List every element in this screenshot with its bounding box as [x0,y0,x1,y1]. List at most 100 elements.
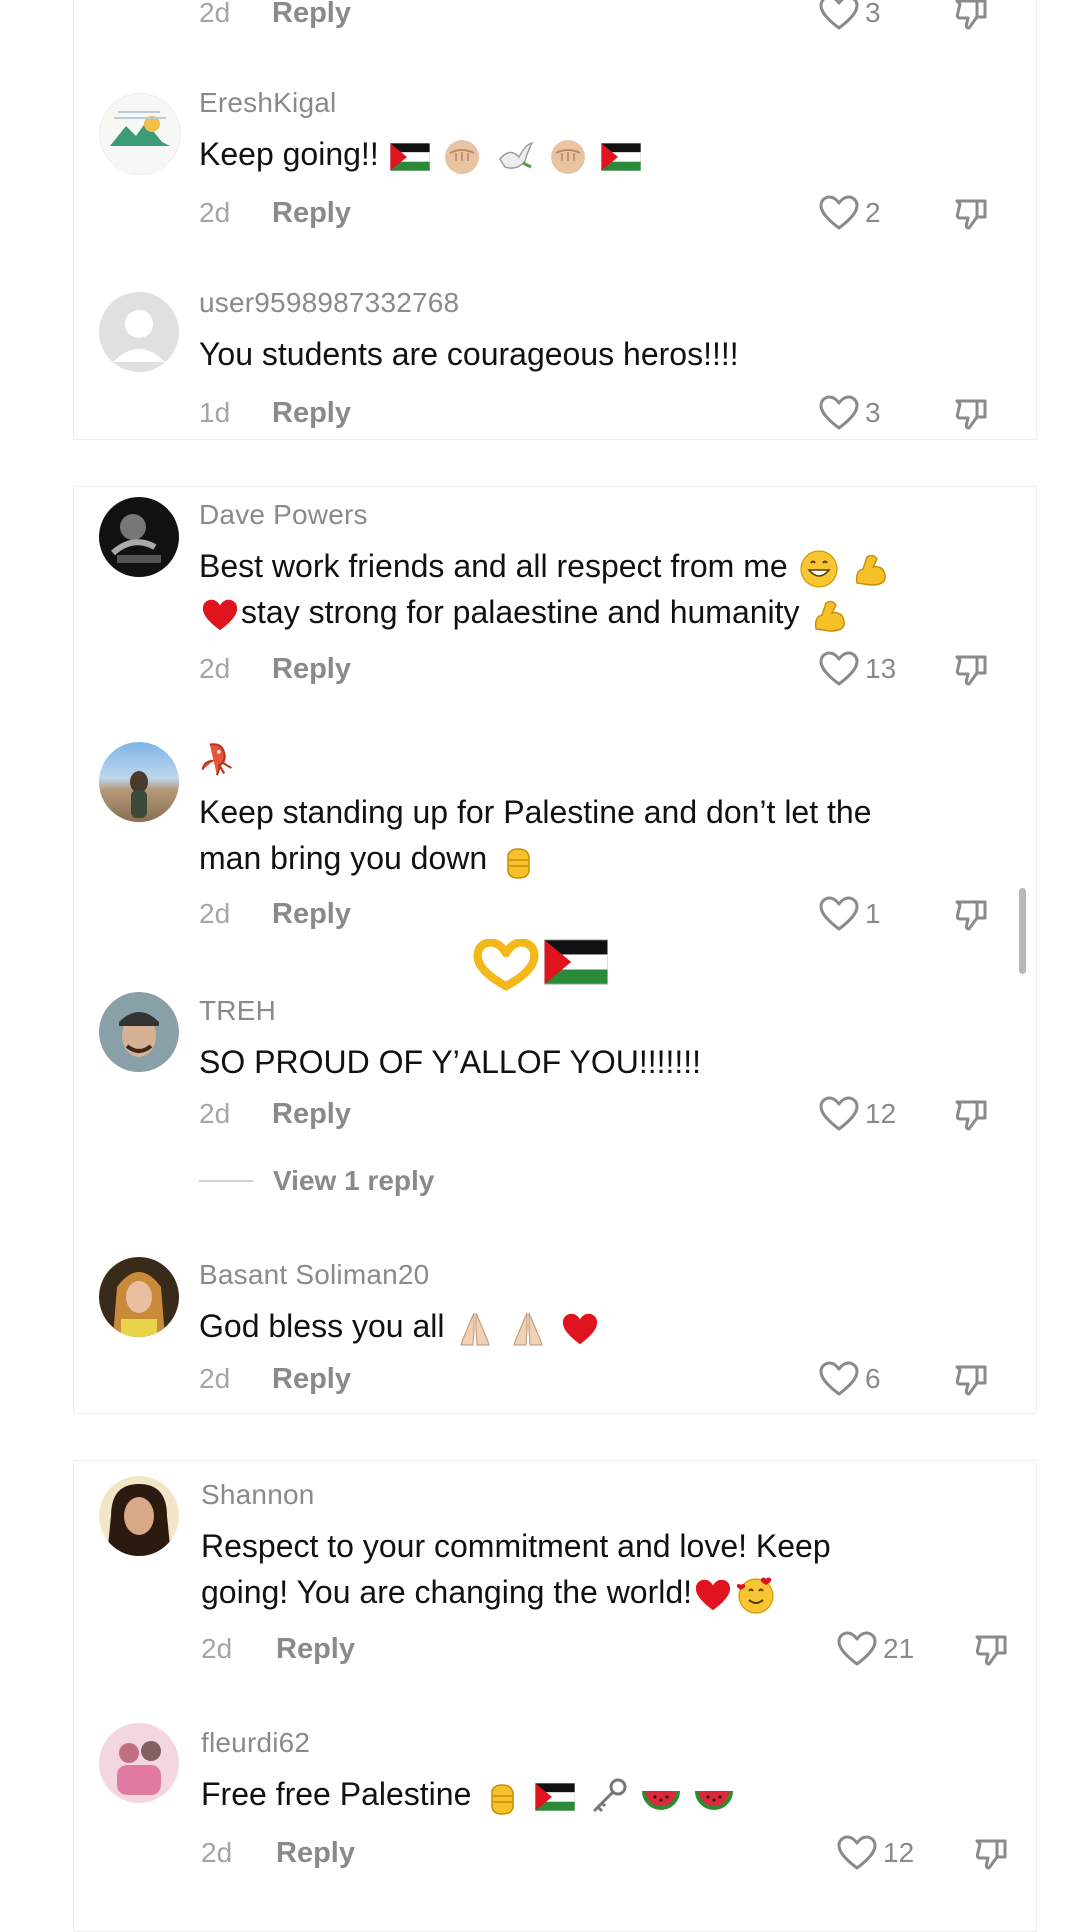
comment-username[interactable]: fleurdi62 [201,1727,310,1759]
grinning-face-icon [799,549,839,589]
avatar[interactable] [99,497,179,577]
reply-button[interactable]: Reply [276,1633,355,1666]
view-replies-label: View 1 reply [273,1165,435,1196]
avatar-image [110,111,170,146]
thumbs-down-icon[interactable] [954,397,988,431]
squid-icon[interactable] [199,741,235,777]
palestine-flag-icon [544,939,608,985]
folded-hands-icon [508,1309,548,1349]
like-button[interactable]: 21 [837,1631,914,1667]
heart-outline-icon [819,0,859,31]
default-avatar-icon [113,310,165,362]
comment-text: Keep standing up for Palestine and don’t… [199,789,979,881]
heart-outline-icon [837,1835,877,1871]
thumbs-down-icon[interactable] [954,197,988,231]
like-count: 6 [865,1363,881,1394]
avatar[interactable] [99,1723,179,1803]
thumbs-down-icon[interactable] [954,653,988,687]
comment-body-line: going! You are changing the world! [201,1574,693,1610]
heart-outline-icon [819,195,859,231]
thumbs-down-icon[interactable] [954,1098,988,1132]
avatar[interactable] [99,292,179,372]
raised-fist-icon [442,137,482,177]
comment-thread-1: 2d Reply 3 EreshKigal Keep going!! 2d Re… [73,0,1037,440]
heart-outline-icon [819,651,859,687]
raised-fist-icon [482,1777,522,1817]
comment-date: 2d [199,1098,231,1129]
thumbs-down-icon[interactable] [974,1837,1008,1871]
comment-thread-2: Dave Powers Best work friends and all re… [73,486,1037,1414]
reply-button[interactable]: Reply [272,1098,351,1131]
comment-text: God bless you all [199,1303,979,1349]
comment-body: God bless you all [199,1308,445,1344]
thumbs-down-icon[interactable] [954,898,988,932]
palestine-flag-icon [390,143,430,171]
avatar-image [117,1741,161,1795]
reply-button[interactable]: Reply [272,1363,351,1396]
comment-username[interactable]: user9598987332768 [199,287,459,319]
scrollbar[interactable] [1019,888,1026,974]
comment-body-line: Keep standing up for Palestine and don’t… [199,794,872,830]
palestine-flag-icon [601,143,641,171]
reply-button[interactable]: Reply [272,397,351,430]
like-button[interactable]: 12 [837,1835,914,1871]
avatar-image [113,1272,165,1337]
divider [199,1180,253,1182]
like-count: 13 [865,653,897,684]
comment-username[interactable]: Shannon [201,1479,315,1511]
like-button[interactable]: 2 [819,195,881,231]
flexed-biceps-icon [810,595,850,635]
raised-fist-icon [498,841,538,881]
comment-body-line: man bring you down [199,840,488,876]
comment-username[interactable]: Dave Powers [199,499,368,531]
like-count: 1 [865,898,881,929]
watermelon-icon [641,1777,681,1817]
thumbs-down-icon[interactable] [954,1363,988,1397]
comment-thread-3: Shannon Respect to your commitment and l… [73,1460,1037,1932]
comment-date: 2d [199,0,231,28]
avatar[interactable] [99,742,179,822]
thumbs-down-icon[interactable] [974,1633,1008,1667]
like-count: 2 [865,197,881,228]
avatar[interactable] [99,1476,179,1556]
comment-date: 2d [201,1837,233,1868]
reply-button[interactable]: Reply [272,898,351,931]
red-heart-icon [694,1577,732,1613]
avatar[interactable] [99,992,179,1072]
palestine-flag-icon [535,1783,575,1811]
avatar[interactable] [99,93,181,175]
view-replies-button[interactable]: View 1 reply [199,1165,434,1197]
avatar[interactable] [99,1257,179,1337]
like-button[interactable]: 6 [819,1361,881,1397]
avatar-image [130,771,148,818]
heart-outline-icon [819,395,859,431]
like-button[interactable]: 3 [819,395,881,431]
comment-body: SO PROUD OF Y’ALLOF YOU!!!!!!! [199,1044,702,1080]
comment-username[interactable]: EreshKigal [199,87,336,119]
dove-icon [495,137,535,177]
thumbs-down-icon[interactable] [954,0,988,31]
reply-button[interactable]: Reply [272,0,351,30]
comment-username[interactable]: Basant Soliman20 [199,1259,429,1291]
comment-body: Keep going!! [199,136,379,172]
reply-button[interactable]: Reply [272,653,351,686]
like-button[interactable]: 3 [819,0,881,31]
like-count: 3 [865,397,881,428]
flexed-biceps-icon [851,549,891,589]
like-count: 21 [883,1633,915,1664]
raised-fist-icon [548,137,588,177]
comment-body-line: Respect to your commitment and love! Kee… [201,1528,831,1564]
reply-button[interactable]: Reply [276,1837,355,1870]
like-button[interactable]: 1 [819,896,881,932]
comment-text: Best work friends and all respect from m… [199,543,979,635]
heart-outline-icon [819,1096,859,1132]
heart-outline-icon [819,1361,859,1397]
smiling-face-with-hearts-icon [736,1575,776,1615]
comment-body: Free free Palestine [201,1776,472,1812]
reply-button[interactable]: Reply [272,197,351,230]
like-button[interactable]: 13 [819,651,896,687]
comment-date: 2d [199,197,231,228]
red-heart-icon [561,1311,599,1347]
comment-username[interactable]: TREH [199,995,276,1027]
like-button[interactable]: 12 [819,1096,896,1132]
